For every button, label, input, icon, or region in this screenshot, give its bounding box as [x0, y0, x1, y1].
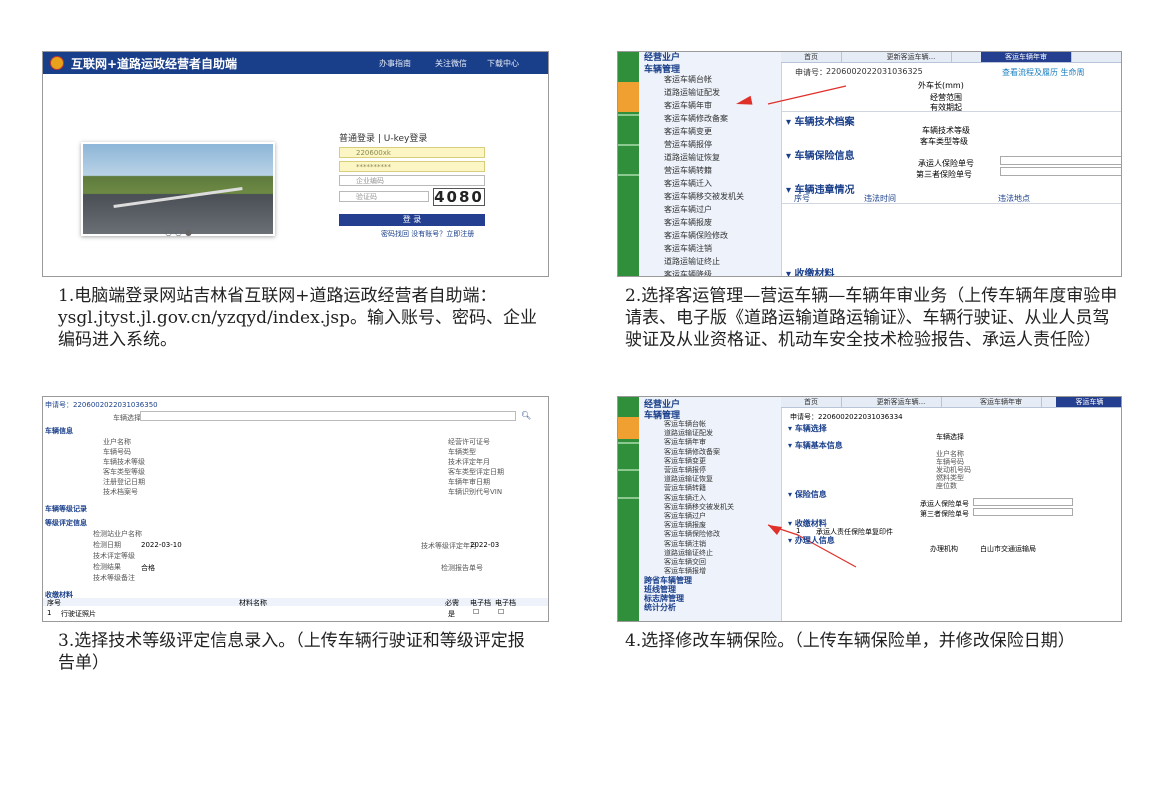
eval-month[interactable]: 2022-03 — [470, 541, 499, 549]
p3-right-field-3: 客车类型评定日期 — [448, 468, 504, 476]
login-button[interactable]: 登 录 — [339, 214, 485, 226]
request-no: 220600202203103632​5 — [826, 67, 923, 76]
username-input[interactable]: 220600xk — [339, 147, 485, 158]
mat-col-e1: 电子档 — [470, 599, 491, 607]
tab-annual-review[interactable]: 客运车辆年审 — [981, 52, 1072, 62]
mat-col-name: 材料名称 — [239, 599, 267, 607]
screenshot-annual-review: 经营业户 车辆管理 客运车辆台帐 道路运输证配发 客运车辆年审 客运车辆修改备案 客运车… — [617, 51, 1122, 277]
third-party-policy-input[interactable] — [973, 508, 1073, 516]
view-history-link[interactable]: 查看流程及履历 生命周 — [1002, 67, 1085, 78]
p3-left-field-5: 技术档案号 — [103, 488, 138, 496]
section-materials: ▾ 收缴材料 — [786, 269, 835, 277]
mat-row-no: 1 — [47, 609, 52, 617]
eval-date[interactable]: 2022-03-10 — [141, 541, 182, 549]
captcha-image[interactable]: 4080 — [433, 188, 485, 206]
p3-eval-field-4: 技术等级备注 — [93, 574, 135, 582]
request-no: 申请号：220600202203103635​0 — [45, 401, 158, 409]
mat-col-no: 序号 — [47, 599, 61, 607]
section-grade-record: 车辆等级记录 — [45, 505, 87, 513]
carrier-policy-input[interactable] — [1000, 156, 1121, 165]
p3-left-field-2: 车辆技术等级 — [103, 458, 145, 466]
p3-eval-field-1: 检测日期 — [93, 541, 121, 549]
section-vehicle-select: ▾ 车辆选择 — [788, 424, 827, 433]
search-icon[interactable]: 🔍︎ — [521, 411, 531, 420]
forgot-register-links[interactable]: 密码找回 没有账号？立即注册 — [381, 229, 474, 239]
mat-row-required: 是 — [448, 610, 455, 618]
field-length: 外车长(mm) — [918, 81, 964, 90]
screenshot-login-page: 互联网+道路运政经营者自助端 办事指南 关注微信 下载中心 ○○● 普通登录 |… — [42, 51, 549, 277]
request-no: 申请号：220600202203103633​4 — [790, 413, 903, 421]
portal-title: 互联网+道路运政经营者自助端 — [71, 57, 238, 71]
field-bus-grade: 客车类型等级 — [920, 137, 968, 146]
mat-col-required: 必需 — [445, 599, 459, 607]
third-party-policy-input[interactable] — [1000, 167, 1121, 176]
field-third-party-policy: 第三者保险单号 — [916, 170, 972, 179]
mat-row-name: 行驶证照片 — [61, 610, 96, 618]
section-handler: ▾ 办理人信息 — [788, 536, 835, 545]
tab-bar: 首页 更新客运车辆... 客运车辆年审 客运车辆 — [781, 397, 1121, 408]
tab-annual-review[interactable]: 客运车辆年审 — [961, 397, 1042, 407]
field-third-party-policy: 第三者保险单号 — [920, 510, 969, 518]
section-insurance: ▾ 车辆保险信息 — [786, 151, 855, 162]
p3-right-field-1: 车辆类型 — [448, 448, 476, 456]
field-carrier-policy: 承运人保险单号 — [920, 500, 969, 508]
p3-right-field-5: 车辆识别代号VIN — [448, 488, 503, 496]
field-tech-grade: 车辆技术等级 — [922, 126, 970, 135]
p3-left-field-0: 业户名称 — [103, 438, 131, 446]
handler-value: 白山市交通运输局 — [980, 545, 1036, 553]
p3-left-field-3: 客车类型等级 — [103, 468, 145, 476]
screenshot-tech-grade: 申请号：220600202203103635​0 车辆选择 🔍︎ 车辆信息 业户… — [42, 396, 549, 622]
section-insurance: ▾ 保险信息 — [788, 490, 827, 499]
p4-basic-field-4: 座位数 — [936, 482, 957, 490]
tab-home[interactable]: 首页 — [781, 397, 842, 407]
p3-right-field-4: 车辆年审日期 — [448, 478, 490, 486]
carrier-policy-input[interactable] — [973, 498, 1073, 506]
p3-left-field-4: 注册登记日期 — [103, 478, 145, 486]
report-no-label: 检测报告单号 — [441, 564, 483, 572]
nav-download-link[interactable]: 下载中心 — [487, 58, 519, 69]
mat-checkbox-1[interactable]: ☐ — [473, 608, 479, 616]
request-no-label: 申请号： — [795, 68, 827, 77]
eval-month-label: 技术等级评定年月 — [421, 542, 477, 550]
vehicle-select-label: 车辆选择 — [113, 414, 141, 422]
p3-eval-field-0: 检测站业户名称 — [93, 530, 142, 538]
p3-eval-field-2: 技术评定等级 — [93, 552, 135, 560]
section-grade-eval: 等级评定信息 — [45, 519, 87, 527]
caption-step-3: 3.选择技术等级评定信息录入。（上传车辆行驶证和等级评定报告单） — [58, 631, 525, 673]
vehicle-select-input[interactable] — [140, 411, 516, 421]
nav-wechat-link[interactable]: 关注微信 — [435, 58, 467, 69]
password-input[interactable]: ********** — [339, 161, 485, 172]
p3-left-field-1: 车辆号码 — [103, 448, 131, 456]
tab-vehicle[interactable]: 客运车辆 — [1056, 397, 1121, 407]
login-tabs[interactable]: 普通登录 | U-key登录 — [339, 131, 427, 144]
caption-step-2: 2.选择客运管理—营运车辆—车辆年审业务（上传车辆年度审验申请表、电子版《道路运… — [625, 286, 1118, 350]
screenshot-insurance-edit: 经营业户 车辆管理 客运车辆台帐 道路运输证配发 客运车辆年审 客运车辆修改备案 客运车… — [617, 396, 1122, 622]
tab-bar: 首页 更新客运车辆... 客运车辆年审 — [781, 52, 1121, 63]
section-basic-info: ▾ 车辆基本信息 — [788, 441, 843, 450]
tab-update-vehicle[interactable]: 更新客运车辆... — [861, 397, 942, 407]
section-tech-archive: ▾ 车辆技术档案 — [786, 117, 855, 128]
section-vehicle-info: 车辆信息 — [45, 427, 73, 435]
caption-step-1: 1.电脑端登录网站吉林省互联网+道路运政经营者自助端：ysgl.jtyst.jl… — [58, 286, 537, 350]
tab-home[interactable]: 首页 — [781, 52, 842, 62]
eval-result[interactable]: 合格 — [141, 563, 155, 573]
nav-guide-link[interactable]: 办事指南 — [379, 58, 411, 69]
tab-update-vehicle[interactable]: 更新客运车辆... — [871, 52, 952, 62]
p3-right-field-0: 经营许可证号 — [448, 438, 490, 446]
emblem-logo-icon — [50, 56, 64, 70]
p3-eval-field-3: 检测结果 — [93, 563, 121, 571]
field-carrier-policy: 承运人保险单号 — [918, 159, 974, 168]
org-code-input[interactable]: 企业编码 — [339, 175, 485, 186]
handler-label: 办理机构 — [930, 545, 958, 553]
caption-step-4: 4.选择修改车辆保险。（上传车辆保险单，并修改保险日期） — [625, 631, 1075, 651]
mat-checkbox-2[interactable]: ☐ — [498, 608, 504, 616]
highway-photo — [81, 142, 275, 236]
mat-col-e2: 电子档 — [495, 599, 516, 607]
vehicle-select-label: 车辆选择 — [936, 433, 964, 441]
mat-no: 1 — [796, 527, 801, 535]
captcha-input[interactable]: 验证码 — [339, 191, 429, 202]
p3-right-field-2: 技术评定年月 — [448, 458, 490, 466]
carousel-dots[interactable]: ○○● — [165, 228, 195, 237]
